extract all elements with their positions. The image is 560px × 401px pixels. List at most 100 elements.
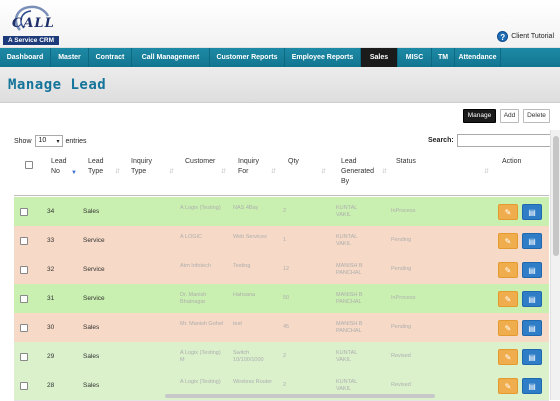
- generated-by-cell: MANISH B PANCHAL: [336, 263, 363, 276]
- edit-button[interactable]: ✎: [498, 233, 518, 249]
- nav-item-attendance[interactable]: Attendance: [455, 48, 501, 67]
- col-action: Action: [502, 158, 522, 165]
- show-label: Show: [14, 137, 32, 145]
- col-lead-type[interactable]: Lead Type: [88, 157, 112, 177]
- qty-cell: 2: [283, 382, 287, 388]
- nav-item-contract[interactable]: Contract: [89, 48, 132, 67]
- edit-button[interactable]: ✎: [498, 291, 518, 307]
- table-row[interactable]: 33 Service A LOGIC Web Services 1 KUNTAL VAKI…: [14, 226, 549, 256]
- view-button[interactable]: ▤: [522, 262, 542, 278]
- sort-icon: ⇵: [169, 169, 175, 175]
- select-all-checkbox[interactable]: [25, 161, 33, 169]
- nav-item-dashboard[interactable]: Dashboard: [0, 48, 51, 67]
- col-inquiry-type[interactable]: Inquiry Type: [131, 157, 159, 177]
- search-label: Search:: [428, 137, 454, 144]
- row-checkbox[interactable]: [20, 266, 28, 274]
- lead-type-cell: Sales: [83, 382, 100, 389]
- nav-item-tm[interactable]: TM: [432, 48, 455, 67]
- chevron-down-icon: ▾: [56, 139, 60, 145]
- edit-icon: ✎: [504, 382, 512, 391]
- nav-item-misc[interactable]: MISC: [398, 48, 432, 67]
- customer-cell: Mr. Manish Gohel: [180, 321, 224, 327]
- table-row[interactable]: 29 Sales A Logix (Testing) M Switch 10/100/…: [14, 342, 549, 372]
- edit-icon: ✎: [504, 353, 512, 362]
- table-row[interactable]: 30 Sales Mr. Manish Gohel test 45 MANISH B PA…: [14, 313, 549, 343]
- vertical-scrollbar[interactable]: [550, 130, 560, 400]
- view-button[interactable]: ▤: [522, 349, 542, 365]
- nav-item-call-management[interactable]: Call Management: [132, 48, 210, 67]
- table-row[interactable]: 31 Service Dr. Manish Bhatnagar Hahsana 50 MA…: [14, 284, 549, 314]
- customer-cell: A Logix (Testing): [180, 205, 221, 211]
- edit-icon: ✎: [504, 295, 512, 304]
- manage-button[interactable]: Manage: [463, 109, 496, 123]
- col-lead-generated-by[interactable]: Lead Generated By: [341, 157, 377, 187]
- sort-icon: ⇵: [115, 169, 121, 175]
- page-title-bar: Manage Lead: [0, 67, 560, 103]
- sort-icon: ⇵: [321, 169, 327, 175]
- row-checkbox[interactable]: [20, 208, 28, 216]
- row-checkbox[interactable]: [20, 353, 28, 361]
- edit-button[interactable]: ✎: [498, 204, 518, 220]
- horizontal-scrollbar[interactable]: [165, 394, 435, 398]
- inquiry-for-cell: Switch 10/100/1000: [233, 350, 264, 363]
- lead-type-cell: Sales: [83, 324, 100, 331]
- edit-button[interactable]: ✎: [498, 262, 518, 278]
- document-icon: ▤: [528, 382, 536, 391]
- lead-no-cell: 29: [47, 353, 55, 360]
- row-checkbox[interactable]: [20, 382, 28, 390]
- view-button[interactable]: ▤: [522, 320, 542, 336]
- status-cell: Pending: [391, 237, 412, 243]
- top-header: CALL A Service CRM ? Client Tutorial: [0, 0, 560, 48]
- inquiry-for-cell: Wireless Router: [233, 379, 273, 385]
- document-icon: ▤: [528, 266, 536, 275]
- lead-no-cell: 32: [47, 266, 55, 273]
- col-customer[interactable]: Customer: [185, 157, 221, 167]
- status-cell: InProcess: [391, 208, 416, 214]
- col-qty[interactable]: Qty: [288, 157, 308, 167]
- nav-item-master[interactable]: Master: [51, 48, 89, 67]
- edit-button[interactable]: ✎: [498, 320, 518, 336]
- page-title: Manage Lead: [8, 77, 107, 93]
- client-tutorial-link[interactable]: ? Client Tutorial: [497, 31, 554, 42]
- col-status[interactable]: Status: [396, 157, 426, 167]
- qty-cell: 12: [283, 266, 290, 272]
- row-checkbox[interactable]: [20, 295, 28, 303]
- entries-select[interactable]: 10 ▾: [34, 135, 63, 147]
- col-inquiry-for[interactable]: Inquiry For: [238, 157, 264, 177]
- row-checkbox[interactable]: [20, 324, 28, 332]
- nav-item-customer-reports[interactable]: Customer Reports: [210, 48, 285, 67]
- document-icon: ▤: [528, 324, 536, 333]
- view-button[interactable]: ▤: [522, 233, 542, 249]
- nav-item-employee-reports[interactable]: Employee Reports: [285, 48, 361, 67]
- lead-type-cell: Service: [83, 237, 105, 244]
- logo-text: CALL: [12, 16, 55, 31]
- view-button[interactable]: ▤: [522, 378, 542, 394]
- delete-button[interactable]: Delete: [523, 109, 550, 123]
- call-logo[interactable]: CALL A Service CRM: [2, 2, 60, 46]
- nav-item-sales[interactable]: Sales: [361, 48, 398, 67]
- lead-no-cell: 30: [47, 324, 55, 331]
- table-row[interactable]: 32 Service Atm Infotech Testing 12 MANISH B P…: [14, 255, 549, 285]
- lead-type-cell: Service: [83, 266, 105, 273]
- entries-label: entries: [65, 137, 87, 145]
- table-row[interactable]: 34 Sales A Logix (Testing) NAS 4Bay 2 KUNTAL …: [14, 197, 549, 227]
- lead-type-cell: Service: [83, 295, 105, 302]
- row-checkbox[interactable]: [20, 237, 28, 245]
- inquiry-for-cell: NAS 4Bay: [233, 205, 259, 211]
- customer-cell: Dr. Manish Bhatnagar: [180, 292, 207, 305]
- add-button[interactable]: Add: [500, 109, 519, 123]
- sort-desc-icon: ▼: [71, 170, 77, 176]
- lead-type-cell: Sales: [83, 208, 100, 215]
- edit-icon: ✎: [504, 237, 512, 246]
- generated-by-cell: KUNTAL VAKIL: [336, 234, 358, 247]
- view-button[interactable]: ▤: [522, 204, 542, 220]
- entries-select-value: 10: [38, 137, 47, 144]
- table-header: Lead No ▼ Lead Type ⇵ Inquiry Type ⇵ Cus…: [14, 150, 549, 196]
- search-input[interactable]: [456, 134, 560, 147]
- view-button[interactable]: ▤: [522, 291, 542, 307]
- edit-button[interactable]: ✎: [498, 349, 518, 365]
- edit-button[interactable]: ✎: [498, 378, 518, 394]
- col-lead-no[interactable]: Lead No: [51, 157, 73, 177]
- qty-cell: 2: [283, 353, 287, 359]
- scrollbar-thumb[interactable]: [553, 136, 559, 256]
